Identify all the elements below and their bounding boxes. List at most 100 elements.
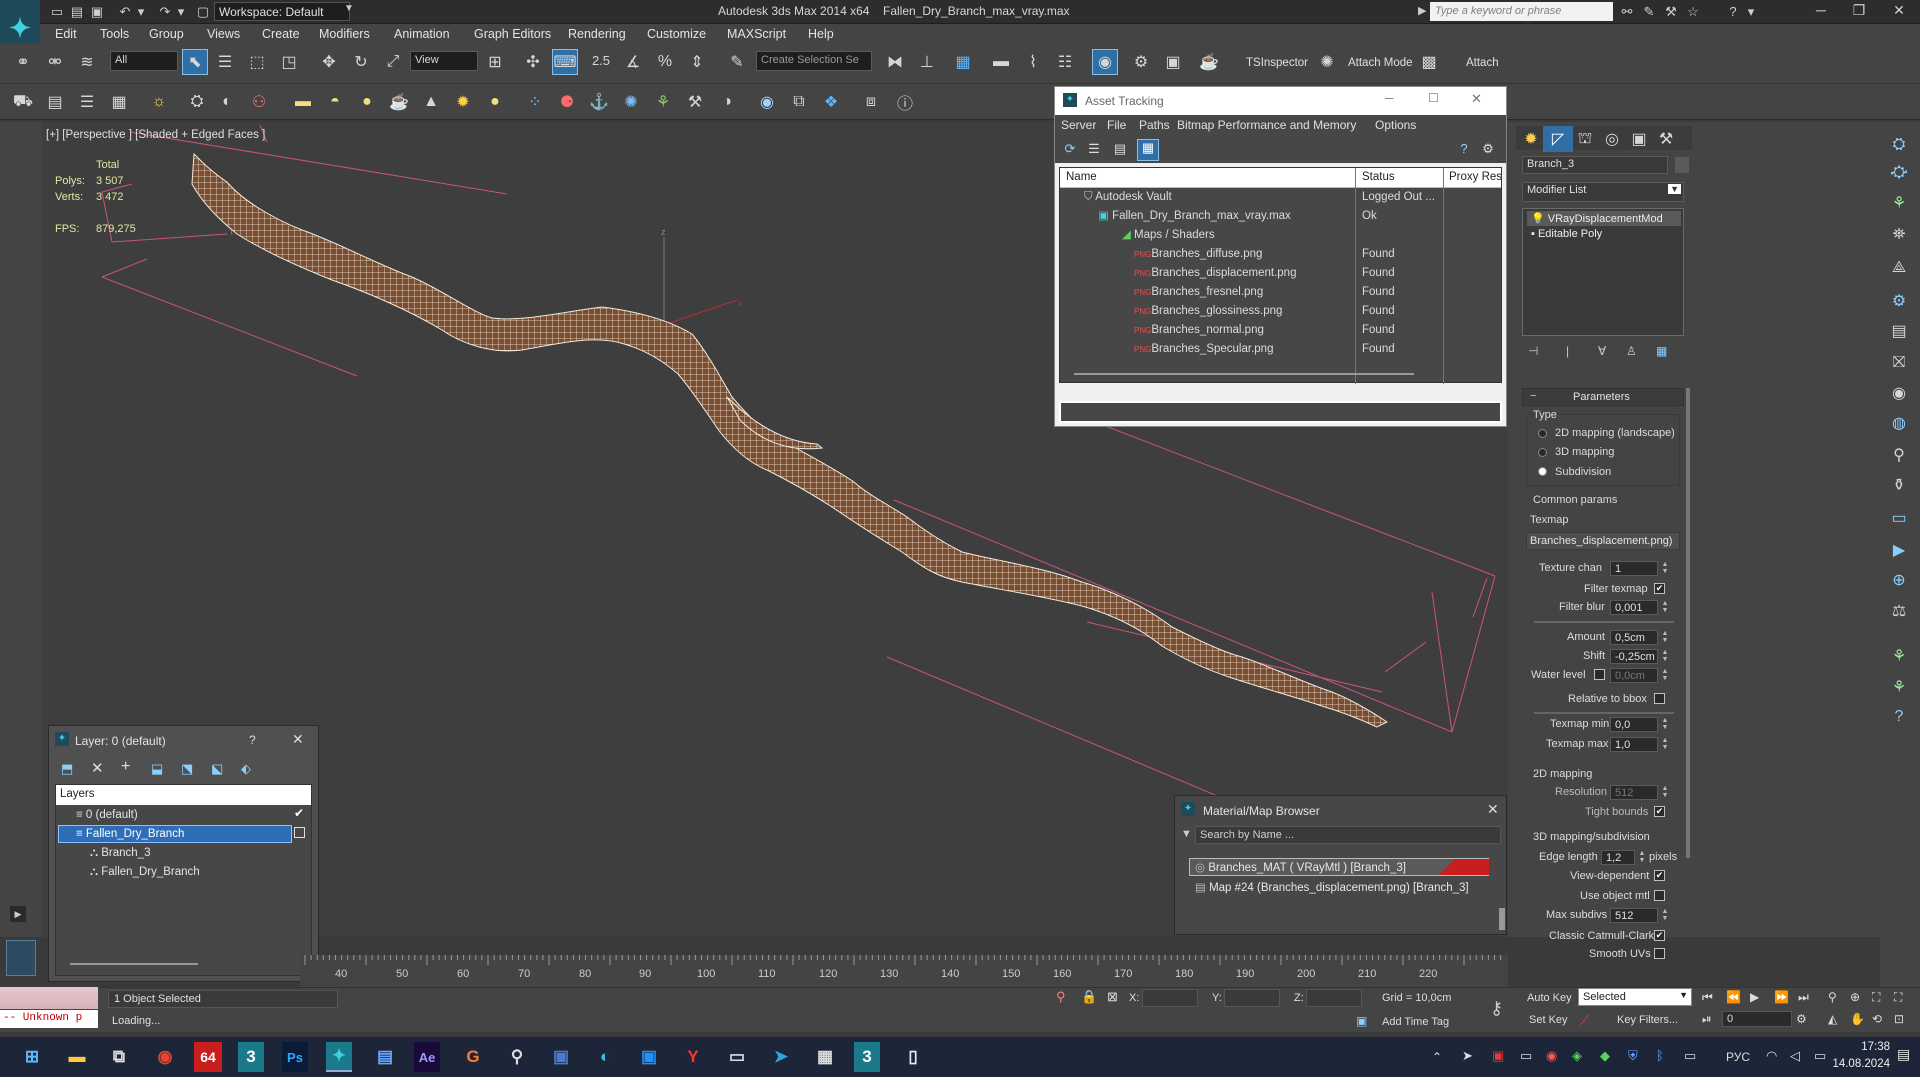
key-mode-icon[interactable]: ⏯ <box>1702 1012 1712 1027</box>
language-indicator[interactable]: РУС <box>1726 1050 1750 1064</box>
align-icon[interactable]: ⊥ <box>914 49 940 75</box>
motion-tab-icon[interactable]: ◎ <box>1597 126 1627 152</box>
keyboard-shortcut-override-icon[interactable]: ⌨ <box>552 49 578 75</box>
select-objects-in-layer-icon[interactable]: ⬓ <box>151 761 163 777</box>
vray-tool-13-icon[interactable]: ▭ <box>1884 505 1914 531</box>
layer-manager-icon[interactable]: ▦ <box>950 49 976 75</box>
modifier-list-dropdown[interactable]: Modifier List ▼ <box>1522 182 1684 202</box>
remove-modifier-icon[interactable]: ♙ <box>1626 344 1637 358</box>
notepad-icon[interactable]: ▤ <box>370 1042 400 1072</box>
field-of-view-icon[interactable]: ◭ <box>1828 1012 1837 1026</box>
menu-maxscript[interactable]: MAXScript <box>727 27 786 41</box>
add-time-tag[interactable]: Add Time Tag <box>1382 1016 1449 1028</box>
make-unique-icon[interactable]: ∀ <box>1598 344 1606 358</box>
key-icon[interactable]: ⚷ <box>1490 998 1503 1019</box>
vray-tools-icon[interactable]: ⛭ <box>184 89 210 115</box>
move-icon[interactable]: ✥ <box>316 49 342 75</box>
viewport-label-menu[interactable]: [+] [Perspective ] [Shaded + Edged Faces… <box>46 129 265 141</box>
thumbnail-view-icon[interactable]: ▤ <box>1111 141 1129 159</box>
asset-path-field[interactable] <box>1059 401 1502 423</box>
notifications-icon[interactable]: ▤ <box>1897 1046 1910 1063</box>
texmap-button[interactable]: Branches_displacement.png) <box>1526 532 1680 550</box>
selection-filter-dropdown[interactable]: All <box>110 51 178 71</box>
table-row[interactable]: PNGBranches_fresnel.png <box>1134 283 1263 302</box>
exchange-icon[interactable]: ⚒ <box>1662 3 1680 21</box>
vray-grass-icon[interactable]: ⚘ <box>650 89 676 115</box>
vray-sphere-icon[interactable]: ● <box>354 89 380 115</box>
vray-object-properties-icon[interactable]: ❖ <box>818 89 844 115</box>
named-selection-dropdown[interactable]: Create Selection Se <box>756 51 872 71</box>
vray-ambient-icon[interactable]: ● <box>482 89 508 115</box>
render-setup-icon[interactable]: ⚙ <box>1128 49 1154 75</box>
zoom-extents-icon[interactable]: ⛶ <box>1872 990 1880 1005</box>
add-to-layer-icon[interactable]: + <box>121 758 130 776</box>
material-item[interactable]: ◎ Branches_MAT ( VRayMtl ) [Branch_3] <box>1195 860 1406 874</box>
modifier-vray-displacement[interactable]: 💡 VRayDisplacementMod <box>1531 212 1663 225</box>
highlight-layer-icon[interactable]: ⬔ <box>181 761 193 777</box>
vray-fur-icon[interactable]: ⁘ <box>522 89 548 115</box>
menu-animation[interactable]: Animation <box>394 27 450 41</box>
radio-2d-mapping[interactable] <box>1538 429 1547 438</box>
table-row[interactable]: PNGBranches_displacement.png <box>1134 264 1296 283</box>
table-view-icon[interactable]: ▦ <box>1137 139 1159 161</box>
bluetooth-icon[interactable]: ᛒ <box>1656 1048 1664 1063</box>
tray-send-icon[interactable]: ➤ <box>1462 1048 1473 1064</box>
menu-group[interactable]: Group <box>149 27 184 41</box>
vray-plane-icon[interactable]: ▬ <box>290 89 316 115</box>
filter-blur-field[interactable]: 0,001 <box>1610 600 1658 615</box>
orbit-icon[interactable]: ⟲ <box>1872 1012 1882 1026</box>
viewport-layout-icon[interactable] <box>6 940 36 976</box>
vray-tool-11-icon[interactable]: ⚲ <box>1884 442 1914 468</box>
help-icon[interactable]: ? <box>1455 141 1473 159</box>
pan-hand-icon[interactable]: ✋ <box>1850 1012 1865 1026</box>
app-save-icon[interactable]: ▣ <box>546 1042 576 1072</box>
goto-end-icon[interactable]: ⏭ <box>1798 990 1809 1005</box>
table-row[interactable]: PNGBranches_Specular.png <box>1134 340 1273 359</box>
hf-icon[interactable]: ⚒ <box>682 89 708 115</box>
app-b-icon[interactable]: ▣ <box>634 1042 664 1072</box>
table-row[interactable]: ◢ Maps / Shaders <box>1122 226 1215 245</box>
workspace-dropdown[interactable]: Workspace: Default <box>214 2 350 21</box>
window-crossing-icon[interactable]: ◳ <box>276 49 302 75</box>
isolate-selection-icon[interactable]: ⚲ <box>1056 989 1066 1005</box>
current-frame-field[interactable]: 0 <box>1722 1011 1792 1027</box>
maxscript-listener-output[interactable]: -- Unknown p <box>0 1010 98 1028</box>
app-search-icon[interactable]: ⚲ <box>502 1042 532 1072</box>
zoom-all-icon[interactable]: ⊕ <box>1850 990 1860 1004</box>
menu-edit[interactable]: Edit <box>55 27 77 41</box>
filter-texmap-checkbox[interactable]: ✔ <box>1654 583 1665 594</box>
auto-key-button[interactable]: Auto Key <box>1527 992 1572 1004</box>
layer-item-default[interactable]: ≡ 0 (default) <box>76 806 138 824</box>
vray-tool-2-icon[interactable]: ⛮ <box>1884 160 1914 186</box>
texmap-max-spinner[interactable]: ▲ ▼ <box>1660 737 1670 751</box>
maximize-button[interactable]: ❐ <box>1840 2 1878 22</box>
bind-space-warp-icon[interactable]: ≋ <box>74 49 100 75</box>
network-icon[interactable]: ▭ <box>1684 1048 1696 1064</box>
command-panel-scrollbar[interactable] <box>1686 388 1690 858</box>
column-name[interactable]: Name <box>1066 168 1097 187</box>
attach-mode-button[interactable]: Attach Mode <box>1348 57 1413 69</box>
edit-named-selection-icon[interactable]: ✎ <box>724 49 750 75</box>
shift-field[interactable]: -0,25cm <box>1610 649 1658 664</box>
column-status[interactable]: Status <box>1362 168 1395 187</box>
vray-tool-15-icon[interactable]: ⊕ <box>1884 567 1914 593</box>
maxscript-listener-top[interactable] <box>0 987 98 1009</box>
table-row[interactable]: PNGBranches_glossiness.png <box>1134 302 1282 321</box>
rect-selection-icon[interactable]: ⬚ <box>244 49 270 75</box>
3dsmax-2-icon[interactable]: 3 <box>854 1042 880 1072</box>
task-view-icon[interactable]: ⧉ <box>104 1042 134 1072</box>
vray-tool-7-icon[interactable]: ▤ <box>1884 318 1914 344</box>
tray-display-icon[interactable]: ▭ <box>1520 1048 1532 1064</box>
container-icon[interactable]: ⛟ <box>10 89 36 115</box>
radio-subdivision-label[interactable]: Subdivision <box>1555 466 1611 478</box>
select-object-icon[interactable]: ⬉ <box>182 49 208 75</box>
menu-views[interactable]: Views <box>207 27 240 41</box>
texmap-min-spinner[interactable]: ▲ ▼ <box>1660 717 1670 731</box>
close-button[interactable]: ✕ <box>292 731 304 748</box>
menu-help[interactable]: Help <box>808 27 834 41</box>
attach-button[interactable]: Attach <box>1466 57 1499 69</box>
resolution-spinner[interactable]: ▲ ▼ <box>1660 785 1670 799</box>
tray-shield-icon[interactable]: ⛨ <box>1628 1048 1638 1064</box>
vray-teapot-icon[interactable]: ☕ <box>386 89 412 115</box>
vray-tool-5-icon[interactable]: ⟁ <box>1884 255 1914 281</box>
